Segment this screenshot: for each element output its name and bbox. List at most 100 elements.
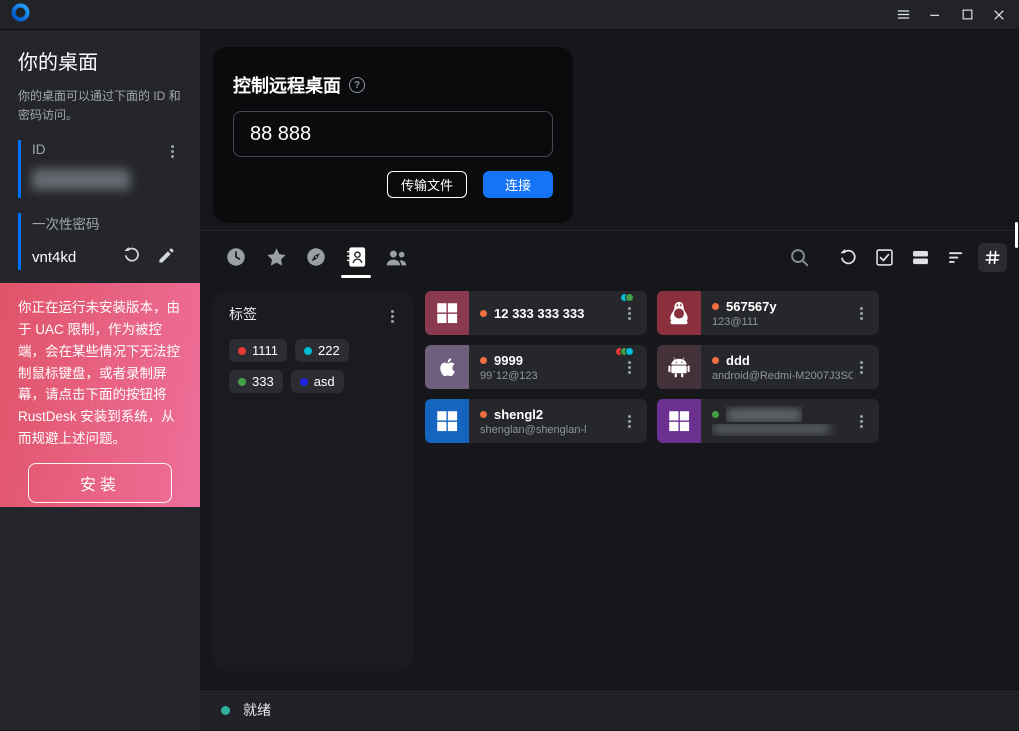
- close-button[interactable]: [983, 1, 1015, 29]
- tab-favorites[interactable]: [256, 231, 296, 283]
- android-logo-icon: [657, 345, 701, 389]
- peer-name: 9999: [494, 353, 523, 368]
- clock-icon: [225, 246, 247, 268]
- maximize-button[interactable]: [951, 1, 983, 29]
- peer-more-menu-icon[interactable]: [854, 411, 868, 431]
- peer-tag-dots: [619, 347, 634, 356]
- statusbar: 就绪: [200, 689, 1019, 730]
- peer-more-menu-icon[interactable]: [622, 411, 636, 431]
- id-section: ID: [18, 140, 184, 198]
- peer-status-dot: [480, 310, 487, 317]
- peer-username: [712, 424, 853, 436]
- windows-logo-icon: [425, 399, 469, 443]
- main-area: 控制远程桌面 ? 传输文件 连接: [200, 30, 1019, 730]
- transfer-file-button[interactable]: 传输文件: [387, 171, 467, 198]
- peer-name: [726, 406, 802, 421]
- id-more-menu-icon[interactable]: [171, 140, 184, 158]
- tag-label: 333: [252, 374, 274, 389]
- one-time-password-label: 一次性密码: [32, 213, 184, 233]
- windows-logo-icon: [657, 399, 701, 443]
- tag-color-dot: [238, 347, 246, 355]
- remote-id-input[interactable]: [233, 111, 553, 157]
- peer-username: 99`12@123: [480, 370, 621, 382]
- peer-name: ddd: [726, 353, 750, 368]
- peer-card-redacted[interactable]: [657, 399, 879, 443]
- refresh-password-icon[interactable]: [122, 245, 142, 270]
- tag-pill[interactable]: asd: [291, 370, 344, 393]
- peer-card[interactable]: 567567y 123@111: [657, 291, 879, 335]
- tab-group[interactable]: [376, 231, 416, 283]
- peer-card[interactable]: shengl2 shenglan@shenglan-l: [425, 399, 647, 443]
- menu-icon[interactable]: [887, 1, 919, 29]
- peer-status-dot: [712, 303, 719, 310]
- tag-pill[interactable]: 1111: [229, 339, 287, 362]
- linux-logo-icon: [657, 291, 701, 335]
- tags-more-menu-icon[interactable]: [391, 305, 400, 323]
- windows-logo-icon: [425, 291, 469, 335]
- compass-icon: [305, 246, 327, 268]
- view-grid-icon[interactable]: [978, 243, 1007, 272]
- sort-icon[interactable]: [942, 243, 971, 272]
- redacted-id-value: [32, 169, 130, 190]
- peer-card[interactable]: 12 333 333 333: [425, 291, 647, 335]
- apple-logo-icon: [425, 345, 469, 389]
- peer-status-dot: [480, 411, 487, 418]
- peer-username: shenglan@shenglan-l: [480, 424, 621, 436]
- edit-password-icon[interactable]: [157, 246, 176, 270]
- peer-name: shengl2: [494, 407, 543, 422]
- multi-select-icon[interactable]: [870, 243, 899, 272]
- peer-status-dot: [712, 357, 719, 364]
- status-text: 就绪: [243, 700, 271, 720]
- sidebar-subtitle: 你的桌面可以通过下面的 ID 和密码访问。: [18, 87, 184, 125]
- peer-username: 123@111: [712, 316, 853, 328]
- peers-content: 标签 1111 222 333 asd 12 333 333 333 567567y: [213, 291, 1019, 730]
- tag-color-dot: [304, 347, 312, 355]
- peer-name: 567567y: [726, 299, 777, 314]
- control-remote-desktop-card: 控制远程桌面 ? 传输文件 连接: [213, 47, 573, 223]
- rustdesk-logo-icon: [10, 2, 31, 28]
- id-label: ID: [32, 142, 171, 157]
- search-icon[interactable]: [785, 243, 814, 272]
- tag-pill[interactable]: 333: [229, 370, 283, 393]
- people-icon: [384, 245, 409, 270]
- tab-recent-sessions[interactable]: [216, 231, 256, 283]
- one-time-password-value: vnt4kd: [32, 249, 122, 266]
- install-warning-banner: 你正在运行未安装版本，由于 UAC 限制，作为被控端，会在某些情况下无法控制鼠标…: [0, 283, 200, 507]
- install-button[interactable]: 安装: [28, 463, 172, 503]
- minimize-button[interactable]: [919, 1, 951, 29]
- peer-more-menu-icon[interactable]: [854, 357, 868, 377]
- tags-header: 标签: [229, 304, 391, 324]
- tabbar: [200, 231, 1019, 283]
- tag-list: 1111 222 333 asd: [229, 339, 400, 393]
- peer-status-dot: [712, 411, 719, 418]
- peer-more-menu-icon[interactable]: [854, 303, 868, 323]
- peer-card[interactable]: 9999 99`12@123: [425, 345, 647, 389]
- peer-card[interactable]: ddd android@Redmi-M2007J3SC: [657, 345, 879, 389]
- ready-dot: [221, 706, 230, 715]
- tag-label: 1111: [252, 343, 278, 358]
- peer-more-menu-icon[interactable]: [622, 303, 636, 323]
- peer-name: 12 333 333 333: [494, 306, 584, 321]
- peer-tag-dots: [624, 293, 634, 302]
- scrollbar-thumb[interactable]: [1015, 222, 1018, 248]
- peer-grid: 12 333 333 333 567567y 123@111 9999 99`1…: [425, 291, 879, 443]
- tag-label: 222: [318, 343, 340, 358]
- tag-label: asd: [314, 374, 335, 389]
- tag-pill[interactable]: 222: [295, 339, 349, 362]
- peer-username: android@Redmi-M2007J3SC: [712, 370, 853, 382]
- star-icon: [265, 246, 288, 269]
- sidebar-title: 你的桌面: [18, 46, 184, 75]
- peer-more-menu-icon[interactable]: [622, 357, 636, 377]
- tag-color-dot: [238, 378, 246, 386]
- help-icon[interactable]: ?: [349, 77, 365, 93]
- sidebar: 你的桌面 你的桌面可以通过下面的 ID 和密码访问。 ID 一次性密码 vnt4…: [0, 30, 200, 730]
- tab-discovered[interactable]: [296, 231, 336, 283]
- refresh-peers-icon[interactable]: [834, 243, 863, 272]
- password-section: 一次性密码 vnt4kd: [18, 213, 184, 270]
- view-cards-icon[interactable]: [906, 243, 935, 272]
- tab-address-book[interactable]: [336, 231, 376, 283]
- connect-section-title: 控制远程桌面: [233, 72, 341, 98]
- connect-button[interactable]: 连接: [483, 171, 553, 198]
- warning-text: 你正在运行未安装版本，由于 UAC 限制，作为被控端，会在某些情况下无法控制鼠标…: [18, 297, 182, 450]
- tag-color-dot: [300, 378, 308, 386]
